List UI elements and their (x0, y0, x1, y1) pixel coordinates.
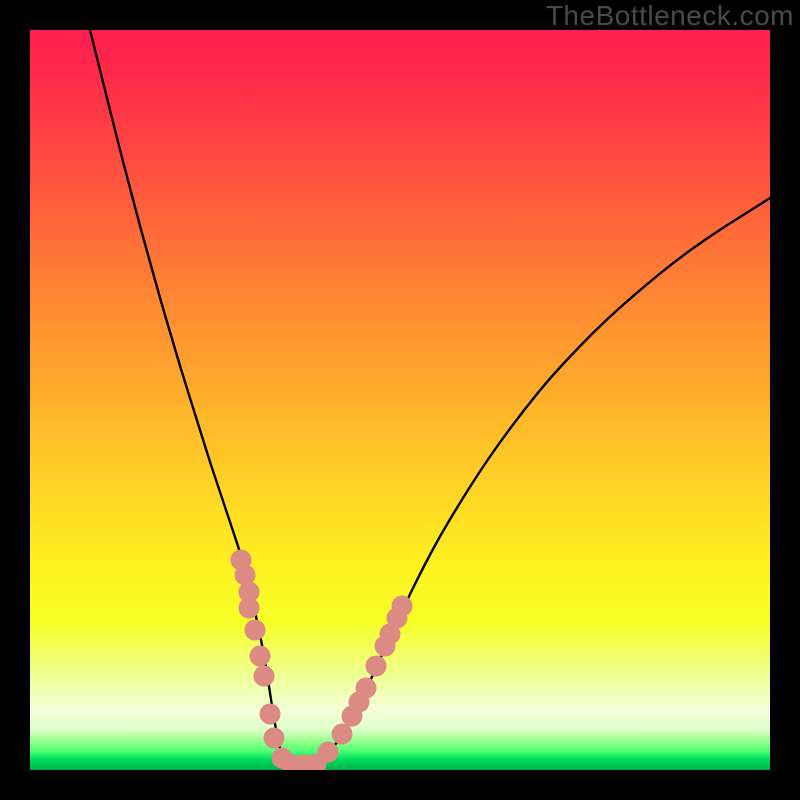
emphasis-dot (260, 704, 281, 725)
emphasis-dot (392, 596, 413, 617)
watermark-text: TheBottleneck.com (546, 0, 794, 32)
emphasis-dot (366, 656, 387, 677)
emphasis-dot (264, 728, 285, 749)
emphasis-dot (254, 666, 275, 687)
emphasis-dot (332, 724, 353, 745)
emphasis-dot (250, 646, 271, 667)
emphasis-dot (318, 742, 339, 763)
curve-layer (30, 30, 770, 770)
bottleneck-curve (90, 30, 770, 767)
emphasis-dot (356, 678, 377, 699)
plot-area (30, 30, 770, 770)
emphasis-dot (239, 598, 260, 619)
chart-frame: TheBottleneck.com (0, 0, 800, 800)
emphasis-dots (231, 550, 413, 771)
emphasis-dot (245, 620, 266, 641)
